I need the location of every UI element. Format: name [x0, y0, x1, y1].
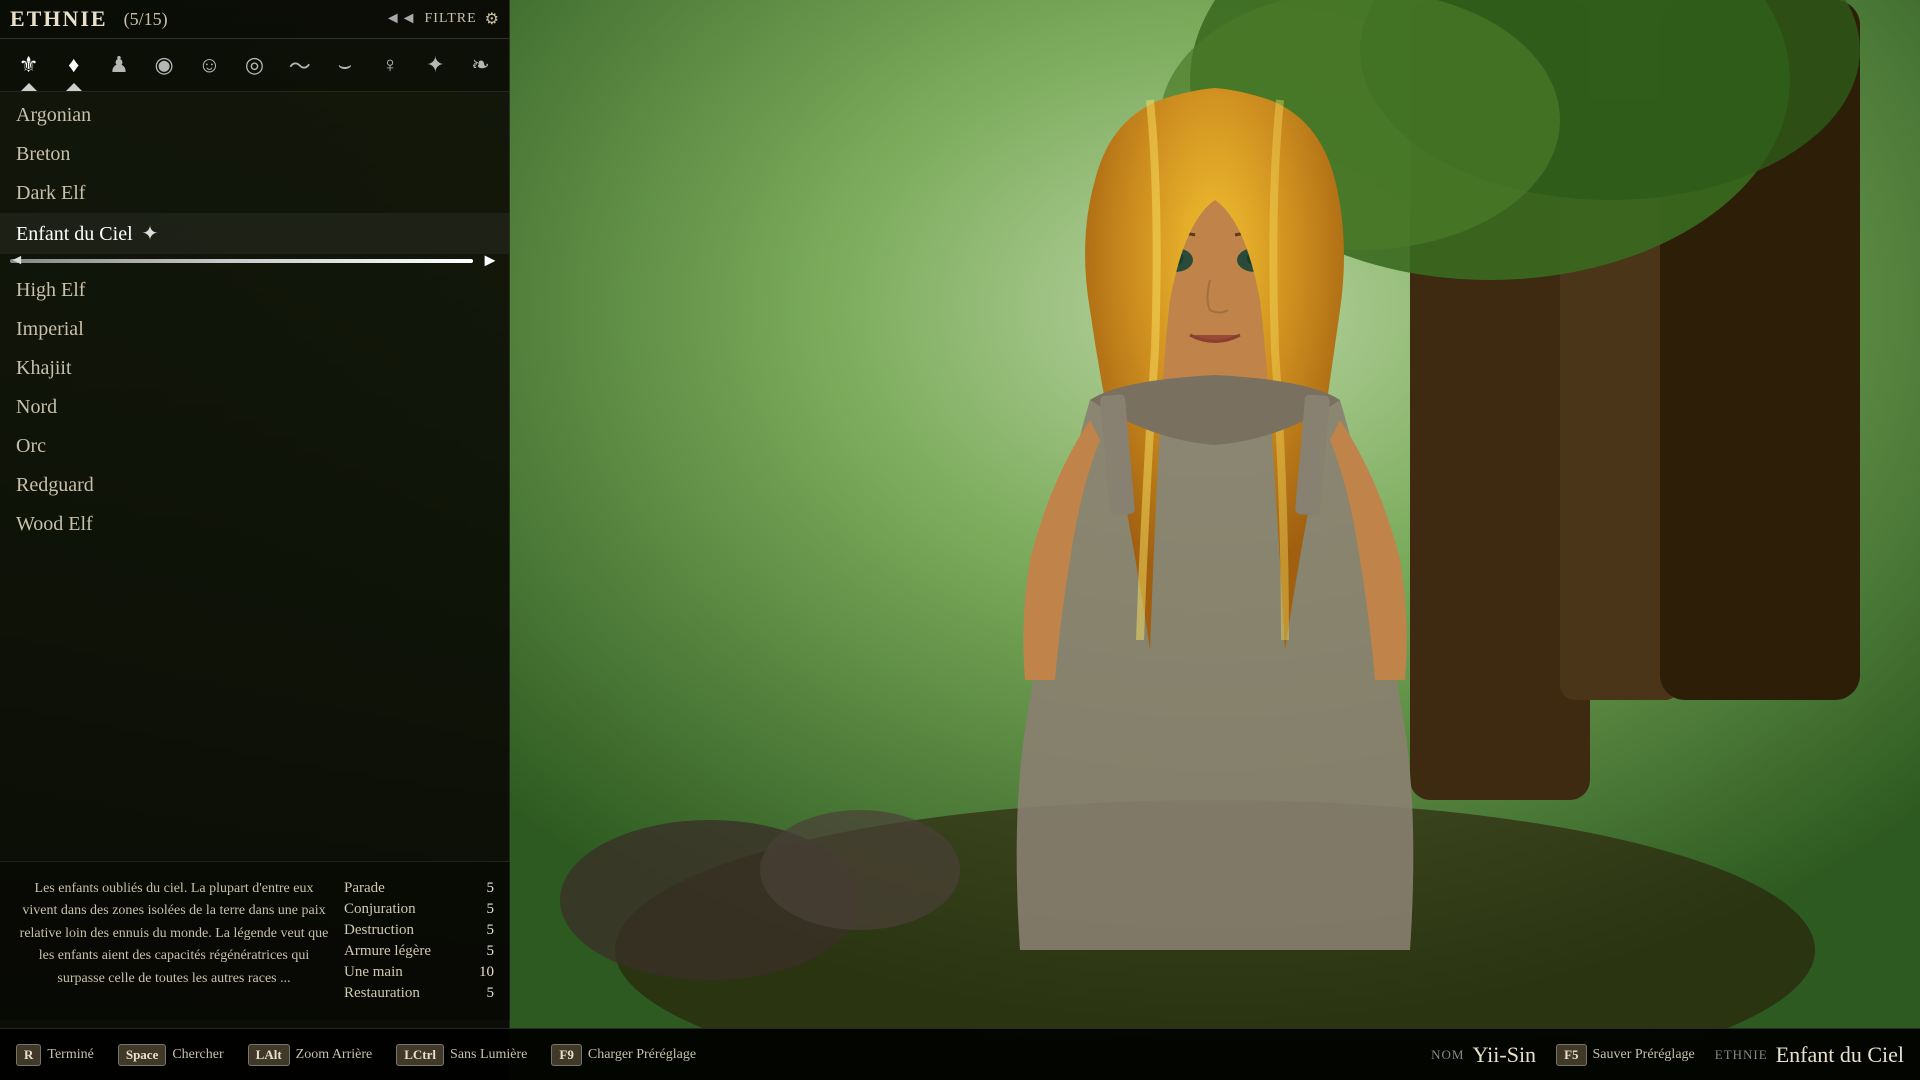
f5-section: F5 Sauver Préréglage	[1556, 1044, 1695, 1066]
icon-tabs: ⚜ ♦ ♟ ◉ ☺ ◎ 〜 ⌣ ♀ ✦ ❧	[0, 39, 509, 92]
ethnie-label: ETHNIE	[1715, 1047, 1768, 1063]
race-orc[interactable]: Orc	[0, 427, 509, 466]
bottom-bar: R Terminé Space Chercher LAlt Zoom Arriè…	[0, 1028, 1920, 1080]
ethnie-value: Enfant du Ciel	[1776, 1042, 1904, 1068]
panel-count: (5/15)	[124, 9, 168, 30]
filter-icon: ⚙	[485, 9, 499, 29]
skill-row: Conjuration 5	[344, 899, 494, 920]
nom-value: Yii-Sin	[1472, 1042, 1536, 1068]
f9-key: F9	[551, 1044, 581, 1066]
ethnie-section: ETHNIE Enfant du Ciel	[1715, 1042, 1904, 1068]
brow-icon: 〜	[289, 49, 311, 81]
cursor-icon: ✦	[142, 223, 159, 245]
skill-name: Destruction	[344, 922, 414, 939]
skill-value: 5	[487, 922, 495, 939]
description-text: Les enfants oubliés du ciel. La plupart …	[16, 878, 332, 1004]
skill-row: Destruction 5	[344, 920, 494, 941]
skill-value: 5	[487, 985, 495, 1002]
tab-more[interactable]: ❧	[460, 43, 501, 87]
charger-label: Charger Préréglage	[588, 1047, 696, 1063]
lumiere-label: Sans Lumière	[450, 1047, 527, 1063]
f5-key: F5	[1556, 1044, 1586, 1066]
skill-name: Restauration	[344, 985, 420, 1002]
magic-icon: ♦	[68, 52, 79, 78]
hotkey-charger: F9 Charger Préréglage	[551, 1044, 696, 1066]
paint-icon: ✦	[426, 52, 444, 78]
race-redguard[interactable]: Redguard	[0, 466, 509, 505]
hotkey-chercher: Space Chercher	[118, 1044, 224, 1066]
face2-icon: ☺	[198, 52, 220, 78]
hotkey-termine: R Terminé	[16, 1044, 94, 1066]
tab-brow[interactable]: 〜	[279, 43, 320, 87]
race-nord[interactable]: Nord	[0, 388, 509, 427]
tab-face2[interactable]: ☺	[189, 43, 230, 87]
race-high-elf[interactable]: High Elf	[0, 271, 509, 310]
face-icon: ◉	[155, 52, 174, 78]
skill-name: Conjuration	[344, 901, 416, 918]
chercher-label: Chercher	[172, 1047, 223, 1063]
skill-name: Armure légère	[344, 943, 431, 960]
slider-bar[interactable]: ◄	[10, 259, 473, 263]
r-key: R	[16, 1044, 41, 1066]
skill-row: Restauration 5	[344, 983, 494, 1004]
skill-row: Armure légère 5	[344, 941, 494, 962]
hair-icon: ♀	[382, 52, 399, 78]
tab-magic[interactable]: ♦	[53, 43, 94, 87]
back-arrows-icon[interactable]: ◄◄	[385, 10, 417, 28]
space-key: Space	[118, 1044, 167, 1066]
race-argonian[interactable]: Argonian	[0, 96, 509, 135]
skill-row: Une main 10	[344, 962, 494, 983]
sauver-label: Sauver Préréglage	[1593, 1047, 1695, 1063]
filter-label[interactable]: FILTRE	[425, 11, 477, 27]
header: ETHNIE (5/15) ◄◄ FILTRE ⚙	[0, 0, 509, 39]
description-area: Les enfants oubliés du ciel. La plupart …	[0, 861, 510, 1020]
left-panel: ETHNIE (5/15) ◄◄ FILTRE ⚙ ⚜ ♦ ♟ ◉ ☺ ◎ 〜 …	[0, 0, 510, 1080]
skill-name: Une main	[344, 964, 403, 981]
race-imperial[interactable]: Imperial	[0, 310, 509, 349]
hotkey-lumiere: LCtrl Sans Lumière	[396, 1044, 527, 1066]
panel-title: ETHNIE	[10, 6, 108, 32]
nom-label: NOM	[1431, 1047, 1464, 1063]
tab-eyes[interactable]: ◎	[234, 43, 275, 87]
race-list: Argonian Breton Dark Elf Enfant du Ciel …	[0, 92, 509, 548]
race-wood-elf[interactable]: Wood Elf	[0, 505, 509, 544]
tab-skyrim-logo[interactable]: ⚜	[8, 43, 49, 87]
race-khajiit[interactable]: Khajiit	[0, 349, 509, 388]
lctrl-key: LCtrl	[396, 1044, 444, 1066]
skyrim-logo-icon: ⚜	[19, 52, 39, 78]
lalt-key: LAlt	[248, 1044, 290, 1066]
skills-list: Parade5Conjuration5Destruction5Armure lé…	[344, 878, 494, 1004]
race-enfant-du-ciel[interactable]: Enfant du Ciel ✦	[0, 213, 509, 254]
zoom-label: Zoom Arrière	[296, 1047, 373, 1063]
tab-paint[interactable]: ✦	[415, 43, 456, 87]
bottom-right: NOM Yii-Sin F5 Sauver Préréglage ETHNIE …	[1431, 1042, 1904, 1068]
nom-section: NOM Yii-Sin	[1431, 1042, 1536, 1068]
tab-body[interactable]: ♟	[98, 43, 139, 87]
race-breton[interactable]: Breton	[0, 135, 509, 174]
portrait-area	[510, 0, 1920, 1028]
skill-name: Parade	[344, 880, 385, 897]
hotkey-zoom: LAlt Zoom Arrière	[248, 1044, 373, 1066]
body-icon: ♟	[109, 52, 129, 78]
skill-row: Parade 5	[344, 878, 494, 899]
skill-value: 5	[487, 901, 495, 918]
skill-value: 5	[487, 880, 495, 897]
header-right: ◄◄ FILTRE ⚙	[385, 9, 499, 29]
tab-mouth[interactable]: ⌣	[324, 43, 365, 87]
tab-face[interactable]: ◉	[144, 43, 185, 87]
tab-hair[interactable]: ♀	[370, 43, 411, 87]
skill-value: 10	[479, 964, 494, 981]
race-dark-elf[interactable]: Dark Elf	[0, 174, 509, 213]
mouth-icon: ⌣	[338, 52, 352, 78]
skill-value: 5	[487, 943, 495, 960]
more-icon: ❧	[471, 52, 489, 78]
termine-label: Terminé	[47, 1047, 93, 1063]
background-scene	[510, 0, 1920, 1028]
eyes-icon: ◎	[245, 52, 264, 78]
